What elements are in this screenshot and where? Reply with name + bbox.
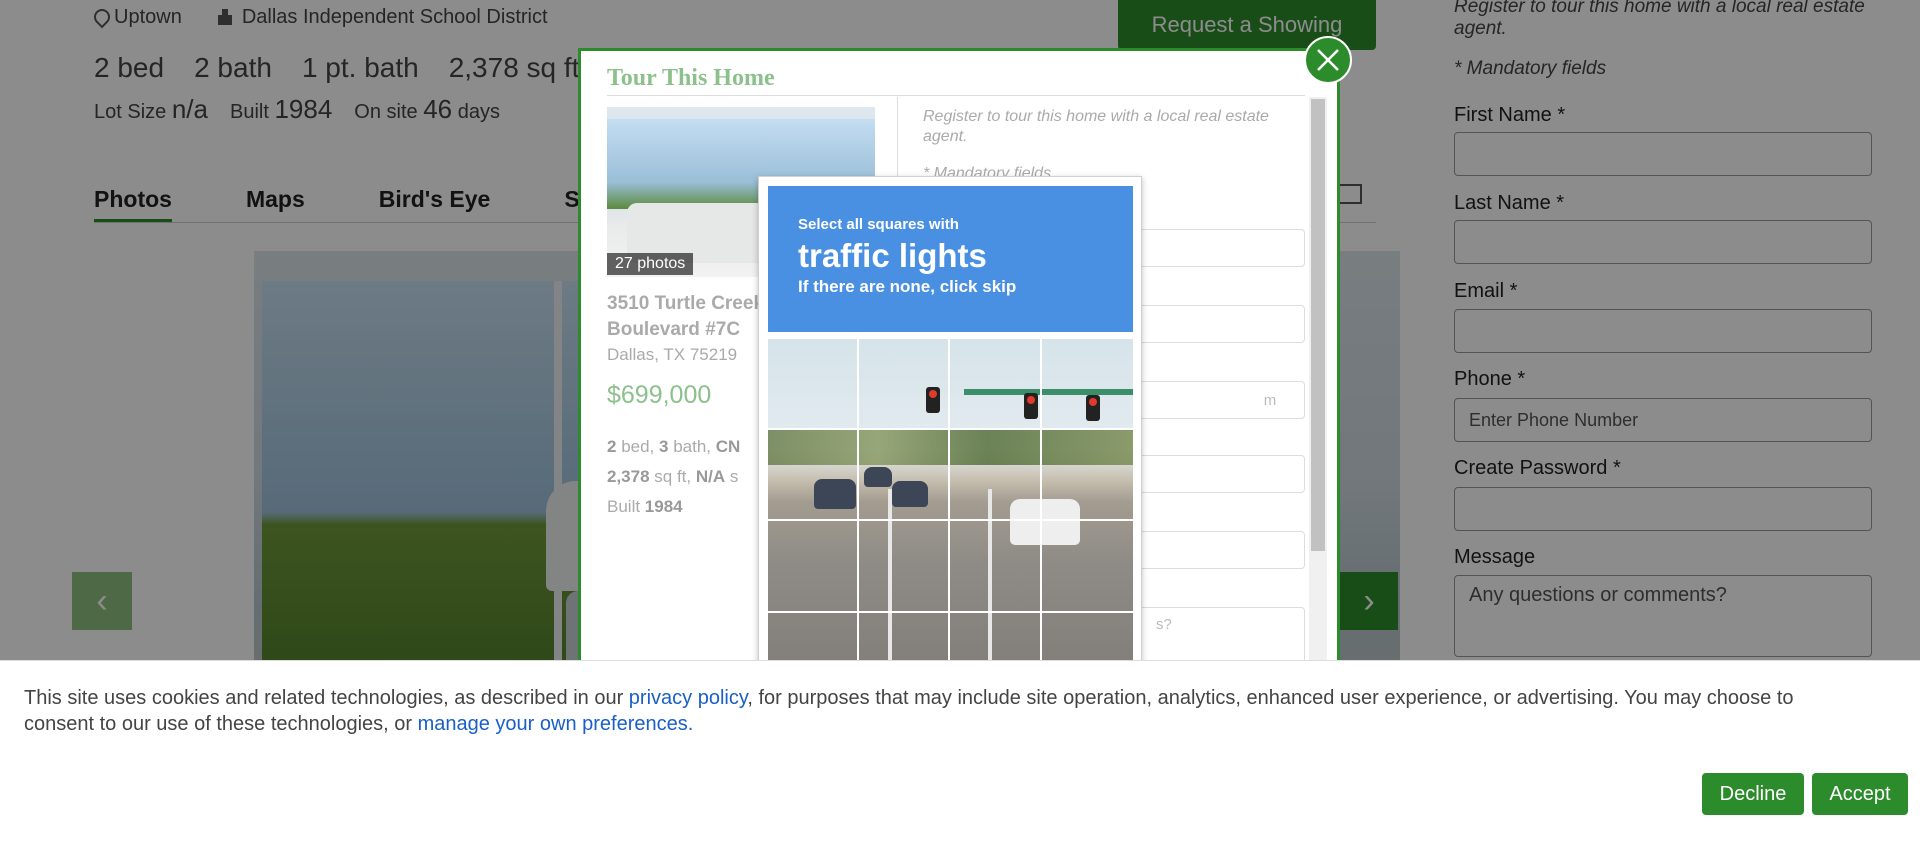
captcha-tile[interactable] [768, 429, 858, 519]
captcha-tile[interactable] [858, 429, 948, 519]
captcha-tile[interactable] [948, 339, 1040, 429]
captcha-skip-hint: If there are none, click skip [798, 277, 1017, 296]
cookie-banner: This site uses cookies and related techn… [0, 660, 1920, 846]
modal-spec-line2: 2,378 sq ft, N/A s [607, 467, 739, 486]
modal-spec-line3: Built 1984 [607, 497, 683, 516]
captcha-header: Select all squares with traffic lights I… [768, 186, 1133, 332]
privacy-policy-link[interactable]: privacy policy [629, 687, 748, 709]
captcha-image-grid [768, 339, 1133, 709]
decline-button[interactable]: Decline [1702, 773, 1804, 815]
captcha-instruction: Select all squares with [798, 216, 959, 233]
accept-button[interactable]: Accept [1812, 773, 1908, 815]
modal-title: Tour This Home [607, 65, 775, 91]
manage-preferences-link[interactable]: manage your own preferences. [418, 713, 694, 735]
close-icon[interactable] [1304, 36, 1352, 84]
modal-scrollbar-thumb[interactable] [1311, 99, 1325, 551]
captcha-tile[interactable] [858, 339, 948, 429]
modal-spec-line1: 2 bed, 3 bath, CN [607, 437, 741, 456]
captcha-tile[interactable] [1040, 339, 1133, 429]
captcha-tile[interactable] [1040, 429, 1133, 519]
modal-city: Dallas, TX 75219 [607, 345, 738, 364]
modal-price: $699,000 [607, 381, 712, 409]
photos-count-badge[interactable]: 27 photos [607, 253, 694, 275]
captcha-challenge: Select all squares with traffic lights I… [758, 176, 1142, 716]
captcha-tile[interactable] [948, 429, 1040, 519]
cookie-text: This site uses cookies and related techn… [24, 687, 1794, 735]
captcha-target: traffic lights [798, 237, 987, 274]
captcha-tile[interactable] [768, 339, 858, 429]
modal-register-text: Register to tour this home with a local … [923, 108, 1269, 145]
